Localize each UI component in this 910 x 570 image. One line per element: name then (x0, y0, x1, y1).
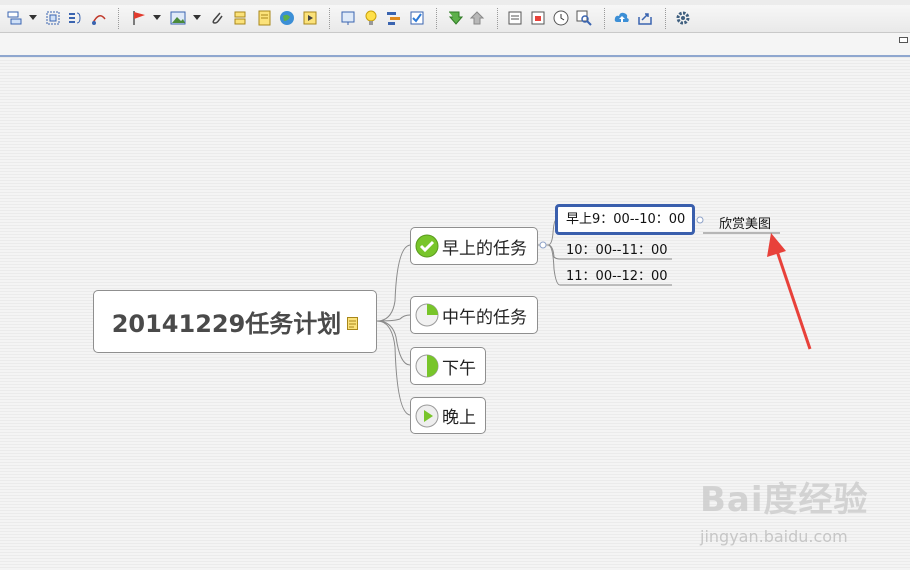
drill-up-icon[interactable] (468, 9, 486, 27)
relationship-icon[interactable] (90, 9, 108, 27)
gantt-icon[interactable] (385, 9, 403, 27)
branch-label: 中午的任务 (442, 307, 527, 328)
subtopic[interactable]: 11：00--12：00 (566, 265, 668, 284)
summary-icon[interactable] (66, 9, 84, 27)
chevron-down-icon[interactable] (193, 15, 201, 20)
toolbar (0, 5, 910, 33)
task-icon[interactable] (408, 9, 426, 27)
presentation-icon[interactable] (339, 9, 357, 27)
play-icon (415, 404, 439, 428)
drill-down-icon[interactable] (445, 9, 463, 27)
subtopic-selected[interactable]: 早上9：00--10：00 (555, 204, 695, 235)
branch-label: 下午 (442, 358, 476, 379)
chevron-down-icon[interactable] (29, 15, 37, 20)
toolbar-separator (329, 8, 330, 29)
insert-topic-icon[interactable] (6, 9, 24, 27)
chevron-down-icon[interactable] (153, 15, 161, 20)
leaf-topic[interactable]: 欣赏美图 (719, 213, 771, 232)
toolbar-separator (665, 8, 666, 29)
audio-icon[interactable] (301, 9, 319, 27)
outline-icon[interactable] (506, 9, 524, 27)
toolbar-separator (604, 8, 605, 29)
watermark-url: jingyan.baidu.com (700, 527, 848, 546)
hyperlink-icon[interactable] (278, 9, 296, 27)
flag-icon[interactable] (130, 9, 148, 27)
secondary-bar (0, 33, 910, 55)
progress-half-icon (415, 354, 439, 378)
attachment-icon[interactable] (208, 9, 226, 27)
branch-morning[interactable]: 早上的任务 (410, 227, 538, 265)
toolbar-separator (497, 8, 498, 29)
branch-evening[interactable]: 晚上 (410, 397, 486, 434)
lightbulb-icon[interactable] (362, 9, 380, 27)
central-topic-title: 20141229任务计划 (111, 310, 342, 338)
branch-label: 晚上 (442, 408, 476, 428)
branch-noon[interactable]: 中午的任务 (410, 296, 538, 334)
export-icon[interactable] (636, 9, 654, 27)
label-icon[interactable] (231, 9, 249, 27)
note-icon[interactable] (347, 315, 359, 330)
checkmark-icon (415, 234, 439, 258)
clock-icon[interactable] (552, 9, 570, 27)
red-arrow (767, 233, 812, 350)
central-topic[interactable]: 20141229任务计划 (93, 290, 377, 353)
branch-label: 早上的任务 (442, 238, 527, 259)
boundary-icon[interactable] (44, 9, 62, 27)
zoom-icon[interactable] (575, 9, 593, 27)
toolbar-separator (118, 8, 119, 29)
upload-icon[interactable] (613, 9, 631, 27)
progress-quarter-icon (415, 303, 439, 327)
minimize-button[interactable] (899, 37, 908, 43)
subtopic[interactable]: 10：00--11：00 (566, 239, 668, 258)
mindmap-canvas[interactable]: 20141229任务计划 早上的任务 中午的任务 下午 晚上 早上9：00--1… (0, 57, 910, 570)
settings-icon[interactable] (674, 9, 692, 27)
note-icon[interactable] (255, 9, 273, 27)
spreadsheet-icon[interactable] (529, 9, 547, 27)
image-icon[interactable] (169, 9, 187, 27)
branch-afternoon[interactable]: 下午 (410, 347, 486, 385)
watermark-logo: Bai度经验 (700, 480, 869, 520)
toolbar-separator (436, 8, 437, 29)
